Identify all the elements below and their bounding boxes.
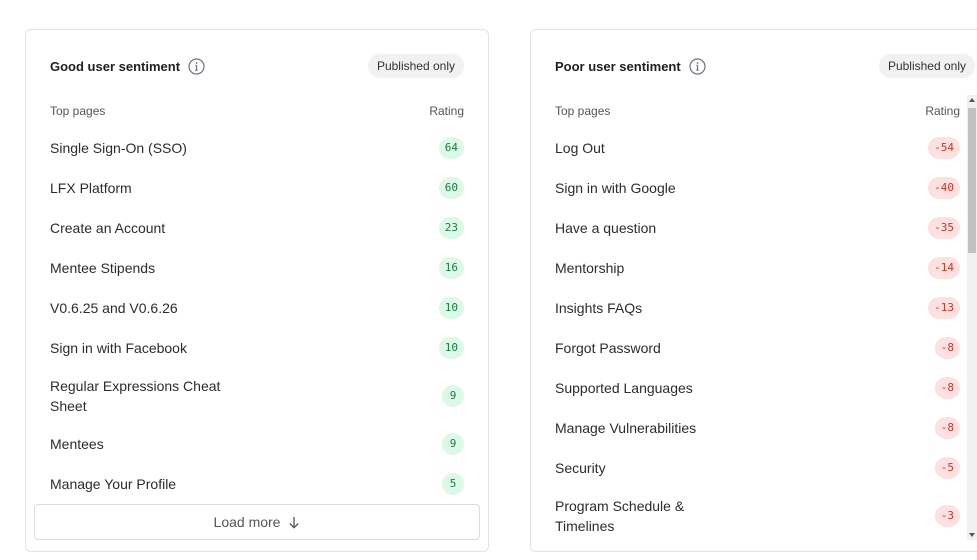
list-item[interactable]: Mentees 9 bbox=[50, 424, 464, 464]
rating-badge: -8 bbox=[934, 337, 960, 359]
rating-badge: -40 bbox=[928, 177, 960, 199]
card-title: Good user sentiment bbox=[50, 58, 181, 74]
page-title[interactable]: Security bbox=[555, 458, 606, 478]
list-item[interactable]: Security -5 bbox=[555, 448, 960, 488]
rating-badge: 10 bbox=[438, 297, 464, 319]
rating-badge: -5 bbox=[934, 457, 960, 479]
list-item[interactable]: Manage Your Profile 5 bbox=[50, 464, 464, 504]
rating-badge: 9 bbox=[442, 433, 464, 455]
page-title[interactable]: Mentorship bbox=[555, 258, 624, 278]
card-header: Good user sentiment Published only bbox=[50, 54, 464, 78]
scroll-down-arrow-icon[interactable] bbox=[969, 533, 975, 537]
column-header-top-pages: Top pages bbox=[50, 104, 106, 118]
good-pages-list: Single Sign-On (SSO) 64 LFX Platform 60 … bbox=[50, 128, 464, 504]
rating-badge: -8 bbox=[934, 417, 960, 439]
list-item[interactable]: Insights FAQs -13 bbox=[555, 288, 960, 328]
list-item[interactable]: Sign in with Google -40 bbox=[555, 168, 960, 208]
rating-badge: 23 bbox=[438, 217, 464, 239]
rating-badge: 10 bbox=[438, 337, 464, 359]
list-item[interactable]: Program Schedule & Timelines -3 bbox=[555, 488, 960, 544]
rating-badge: -8 bbox=[934, 377, 960, 399]
info-icon[interactable] bbox=[689, 57, 706, 75]
column-header-top-pages: Top pages bbox=[555, 104, 611, 118]
card-header: Poor user sentiment Published only bbox=[555, 54, 975, 78]
list-item[interactable]: Mentee Stipends 16 bbox=[50, 248, 464, 288]
good-sentiment-card: Good user sentiment Published only Top p… bbox=[25, 29, 489, 552]
column-headers: Top pages Rating bbox=[555, 104, 960, 118]
arrow-down-icon bbox=[288, 516, 300, 529]
rating-badge: 60 bbox=[438, 177, 464, 199]
rating-badge: -35 bbox=[928, 217, 960, 239]
list-item[interactable]: Log Out -54 bbox=[555, 128, 960, 168]
page-title[interactable]: Insights FAQs bbox=[555, 298, 642, 318]
page-title[interactable]: Manage Vulnerabilities bbox=[555, 418, 696, 438]
list-item[interactable]: Forgot Password -8 bbox=[555, 328, 960, 368]
rating-badge: -14 bbox=[928, 257, 960, 279]
page-title[interactable]: V0.6.25 and V0.6.26 bbox=[50, 298, 178, 318]
rating-badge: 64 bbox=[438, 137, 464, 159]
page-title[interactable]: Create an Account bbox=[50, 218, 165, 238]
page-title[interactable]: Single Sign-On (SSO) bbox=[50, 138, 187, 158]
poor-pages-list: Log Out -54 Sign in with Google -40 Have… bbox=[555, 128, 960, 544]
page-title[interactable]: Mentee Stipends bbox=[50, 258, 155, 278]
list-item[interactable]: Manage Vulnerabilities -8 bbox=[555, 408, 960, 448]
page-title[interactable]: Log Out bbox=[555, 138, 605, 158]
column-header-rating: Rating bbox=[429, 104, 464, 118]
published-only-filter[interactable]: Published only bbox=[367, 54, 464, 78]
list-item[interactable]: Sign in with Facebook 10 bbox=[50, 328, 464, 368]
poor-sentiment-card: Poor user sentiment Published only Top p… bbox=[530, 29, 977, 552]
column-headers: Top pages Rating bbox=[50, 104, 464, 118]
rating-badge: -3 bbox=[934, 505, 960, 527]
page-title[interactable]: Sign in with Facebook bbox=[50, 338, 187, 358]
list-item[interactable]: Have a question -35 bbox=[555, 208, 960, 248]
page-title[interactable]: Mentees bbox=[50, 434, 104, 454]
vertical-scrollbar[interactable] bbox=[967, 95, 977, 540]
scroll-up-arrow-icon[interactable] bbox=[969, 98, 975, 102]
page-title[interactable]: Supported Languages bbox=[555, 378, 693, 398]
load-more-button[interactable]: Load more bbox=[34, 504, 480, 540]
page-title[interactable]: Forgot Password bbox=[555, 338, 661, 358]
published-only-filter[interactable]: Published only bbox=[878, 54, 975, 78]
rating-badge: -54 bbox=[928, 137, 960, 159]
rating-badge: 16 bbox=[438, 257, 464, 279]
rating-badge: 5 bbox=[442, 473, 464, 495]
list-item[interactable]: Supported Languages -8 bbox=[555, 368, 960, 408]
list-item[interactable]: LFX Platform 60 bbox=[50, 168, 464, 208]
rating-badge: 9 bbox=[442, 385, 464, 407]
scrollbar-thumb[interactable] bbox=[968, 108, 976, 253]
list-item[interactable]: Regular Expressions Cheat Sheet 9 bbox=[50, 368, 464, 424]
page-title[interactable]: Regular Expressions Cheat Sheet bbox=[50, 376, 240, 416]
list-item[interactable]: V0.6.25 and V0.6.26 10 bbox=[50, 288, 464, 328]
list-item[interactable]: Create an Account 23 bbox=[50, 208, 464, 248]
page-title[interactable]: Program Schedule & Timelines bbox=[555, 496, 745, 536]
page-title[interactable]: LFX Platform bbox=[50, 178, 132, 198]
page-title[interactable]: Sign in with Google bbox=[555, 178, 676, 198]
load-more-label: Load more bbox=[213, 514, 281, 530]
list-item[interactable]: Single Sign-On (SSO) 64 bbox=[50, 128, 464, 168]
column-header-rating: Rating bbox=[925, 104, 960, 118]
list-item[interactable]: Mentorship -14 bbox=[555, 248, 960, 288]
page-title[interactable]: Manage Your Profile bbox=[50, 474, 176, 494]
card-title: Poor user sentiment bbox=[555, 58, 681, 74]
rating-badge: -13 bbox=[928, 297, 960, 319]
page-title[interactable]: Have a question bbox=[555, 218, 656, 238]
info-icon[interactable] bbox=[188, 57, 205, 75]
